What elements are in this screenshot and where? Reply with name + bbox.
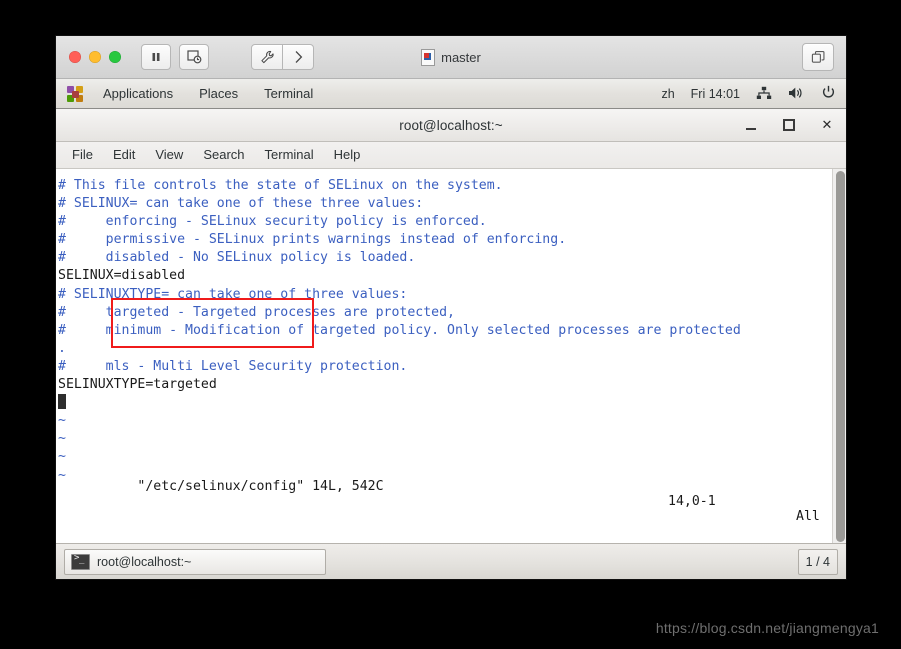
vim-line-text: # This file controls the state of SELinu… [58, 178, 503, 193]
vim-line-text: # targeted - Targeted processes are prot… [58, 304, 455, 320]
vim-line-text: # disabled - No SELinux policy is loaded… [58, 250, 416, 266]
panel-menu-terminal[interactable]: Terminal [251, 79, 326, 109]
vim-line: # This file controls the state of SELinu… [58, 177, 846, 195]
vim-line-text: # permissive - SELinux prints warnings i… [58, 232, 567, 248]
menu-file[interactable]: File [62, 142, 103, 168]
vim-line-text: SELINUX=disabled [58, 268, 186, 284]
windows-duplicate-button[interactable] [802, 43, 834, 71]
vim-buffer: # This file controls the state of SELinu… [56, 177, 846, 485]
pause-button[interactable] [141, 44, 171, 70]
terminal-scrollbar-thumb[interactable] [836, 171, 845, 542]
vm-toolbar-left [141, 44, 209, 70]
gnome-top-panel: Applications Places Terminal zh Fri 14:0… [56, 79, 846, 110]
vim-line: # mls - Multi Level Security protection. [58, 358, 846, 376]
panel-clock[interactable]: Fri 14:01 [691, 87, 740, 101]
terminal-window-controls: ✕ [742, 109, 836, 141]
watermark-url: https://blog.csdn.net/jiangmengya1 [655, 620, 879, 636]
terminal-minimize-button[interactable] [742, 116, 760, 134]
settings-wrench-button[interactable] [251, 44, 283, 70]
vim-line [58, 394, 846, 412]
power-icon[interactable] [821, 85, 836, 103]
gnome-taskbar: root@localhost:~ 1 / 4 [56, 543, 846, 579]
input-method-indicator[interactable]: zh [661, 87, 674, 101]
document-icon [421, 48, 436, 66]
zoom-dot[interactable] [109, 51, 121, 63]
workspace-indicator[interactable]: 1 / 4 [797, 548, 838, 575]
vim-line: ~ [58, 430, 846, 448]
vim-line-text: ~ [58, 413, 66, 429]
vm-toolbar-settings-group [251, 44, 314, 70]
vim-line-text: ~ [58, 431, 66, 447]
terminal-title: root@localhost:~ [399, 117, 503, 133]
panel-status-area: zh Fri 14:01 [661, 85, 836, 103]
screen: master Applications Places Terminal zh F… [0, 0, 901, 649]
vim-line-text: # SELINUX= can take one of these three v… [58, 196, 424, 212]
menu-view[interactable]: View [145, 142, 193, 168]
vim-line-text: # minimum - Modification of targeted pol… [58, 322, 741, 338]
vim-line: # minimum - Modification of targeted pol… [58, 322, 846, 340]
panel-menu-places[interactable]: Places [186, 79, 251, 109]
menu-terminal[interactable]: Terminal [255, 142, 324, 168]
network-icon[interactable] [756, 86, 772, 103]
vim-line: ~ [58, 412, 846, 430]
vm-toolbar-right [802, 43, 834, 71]
vim-line: # SELINUX= can take one of these three v… [58, 195, 846, 213]
forward-chevron-button[interactable] [283, 44, 314, 70]
close-dot[interactable] [69, 51, 81, 63]
menu-search[interactable]: Search [193, 142, 254, 168]
snapshot-button[interactable] [179, 44, 209, 70]
applications-icon [67, 86, 83, 102]
vim-scroll-indicator: All [796, 509, 820, 524]
vim-line: # disabled - No SELinux policy is loaded… [58, 249, 846, 267]
vim-cursor-position: 14,0-1 [668, 494, 716, 509]
terminal-maximize-button[interactable] [780, 116, 798, 134]
terminal-window: root@localhost:~ ✕ File Edit View Search… [56, 108, 846, 544]
terminal-icon [71, 553, 90, 570]
vim-line-text: . [58, 340, 66, 356]
vim-status-line: "/etc/selinux/config" 14L, 542C 14,0-1 A… [56, 464, 846, 539]
vim-line: # SELINUXTYPE= can take one of three val… [58, 286, 846, 304]
vim-line: SELINUX=disabled [58, 267, 846, 285]
vim-line: # targeted - Targeted processes are prot… [58, 304, 846, 322]
terminal-close-button[interactable]: ✕ [818, 116, 836, 134]
watermark: https://blog.csdn.net/jiangmengya1 [656, 620, 879, 636]
vim-line: . [58, 340, 846, 358]
vm-title-label: master [441, 49, 481, 65]
menu-edit[interactable]: Edit [103, 142, 145, 168]
traffic-light-group [69, 51, 121, 63]
vim-line: SELINUXTYPE=targeted [58, 376, 846, 394]
vim-line-text: # enforcing - SELinux security policy is… [58, 214, 487, 230]
vim-line-text: ~ [58, 449, 66, 465]
vim-line-text: # SELINUXTYPE= can take one of three val… [58, 286, 408, 302]
vm-titlebar: master [56, 36, 846, 79]
vim-cursor [58, 394, 66, 410]
volume-icon[interactable] [788, 86, 805, 103]
taskbar-window-label: root@localhost:~ [97, 554, 192, 569]
menu-help[interactable]: Help [324, 142, 371, 168]
panel-menu-applications[interactable]: Applications [90, 79, 186, 109]
terminal-menubar: File Edit View Search Terminal Help [56, 142, 846, 169]
taskbar-window-button[interactable]: root@localhost:~ [64, 548, 326, 575]
terminal-titlebar: root@localhost:~ ✕ [56, 109, 846, 142]
terminal-content-area[interactable]: # This file controls the state of SELinu… [56, 169, 846, 544]
vm-window: master Applications Places Terminal zh F… [56, 36, 846, 579]
vim-line: # permissive - SELinux prints warnings i… [58, 231, 846, 249]
vim-line: # enforcing - SELinux security policy is… [58, 213, 846, 231]
minimize-dot[interactable] [89, 51, 101, 63]
terminal-scrollbar[interactable] [832, 169, 846, 544]
vim-line-text: # mls - Multi Level Security protection. [58, 358, 408, 374]
vim-file-info: "/etc/selinux/config" 14L, 542C [137, 479, 384, 494]
vim-line-text: SELINUXTYPE=targeted [58, 377, 217, 393]
